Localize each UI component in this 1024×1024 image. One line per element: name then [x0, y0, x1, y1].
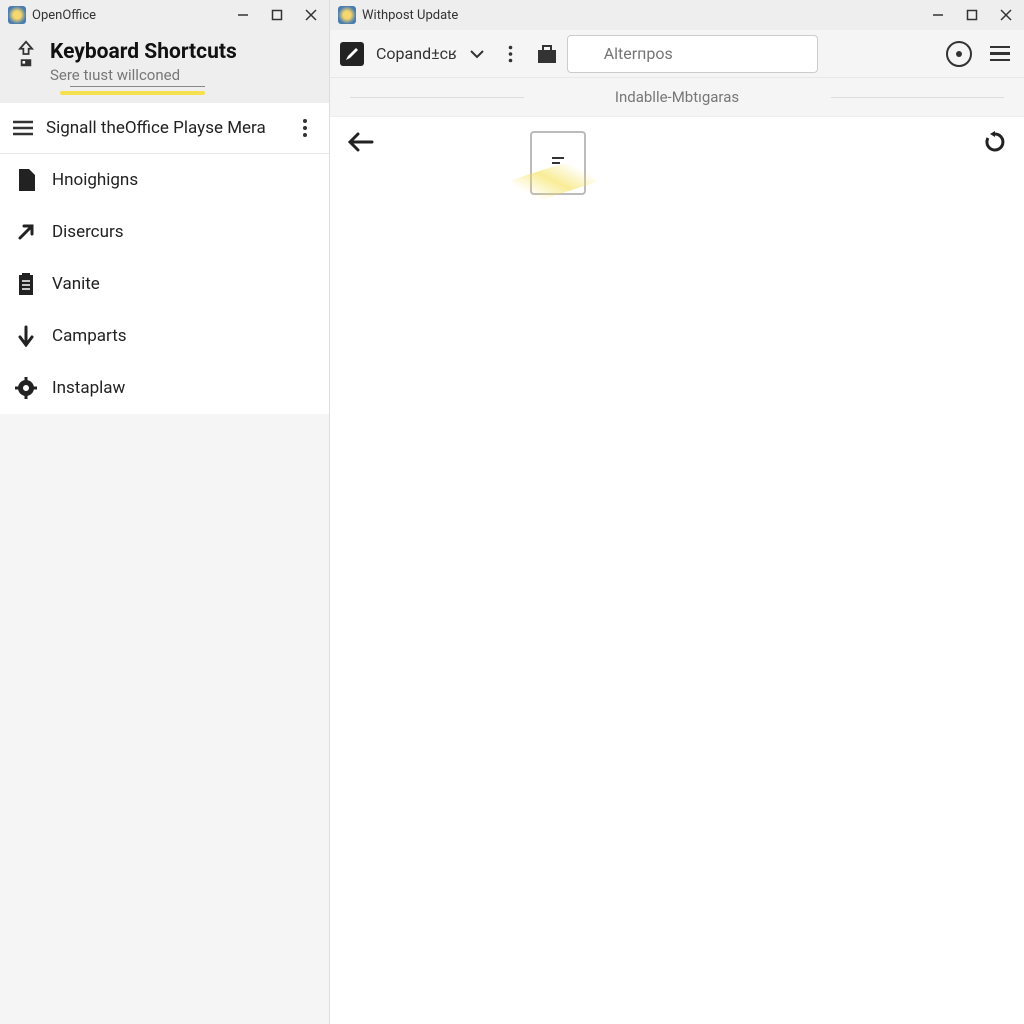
right-window-controls [928, 5, 1016, 25]
right-titlebar: Withpost Update [330, 0, 1024, 30]
toolbar: Copand±cʁ [330, 30, 1024, 78]
highlight-yellow [60, 91, 205, 95]
clipboard-icon [14, 272, 38, 296]
more-vert-icon[interactable] [293, 118, 317, 138]
back-button[interactable] [348, 131, 374, 153]
right-window: Withpost Update Copand±cʁ [330, 0, 1024, 1024]
minimize-button[interactable] [233, 5, 253, 25]
nav-label: Camparts [52, 326, 127, 346]
more-vert-icon[interactable] [499, 42, 523, 66]
section-title: Signall theOffice Playse Mera [46, 117, 293, 139]
menu-icon[interactable] [990, 46, 1010, 62]
close-button[interactable] [301, 5, 321, 25]
nav-label: Vanite [52, 274, 100, 294]
page-subtitle: Sere tıust willconed [50, 66, 237, 84]
page-title: Keyboard Shortcuts [50, 40, 237, 64]
nav-list: Hnoighigns Disercurs Vanite Camparts Ins… [0, 154, 329, 414]
nav-label: Instaplaw [52, 378, 125, 398]
left-titlebar: OpenOffice [0, 0, 329, 30]
breadcrumb: Indablle-Mbtıgaras [330, 78, 1024, 117]
left-header: Keyboard Shortcuts Sere tıust willconed [0, 30, 329, 103]
app-icon-left [8, 6, 26, 24]
upload-icon [14, 40, 38, 68]
nav-item-hnoighigns[interactable]: Hnoighigns [0, 154, 329, 206]
content-area [330, 117, 1024, 1024]
edit-icon[interactable] [340, 42, 364, 66]
right-window-title: Withpost Update [362, 8, 928, 23]
breadcrumb-text: Indablle-Mbtıgaras [615, 88, 739, 106]
section-header: Signall theOffice Playse Mera [0, 103, 329, 154]
app-icon-right [338, 6, 356, 24]
document-thumbnail[interactable] [530, 131, 586, 195]
search-input[interactable] [567, 35, 818, 73]
search-wrap [567, 35, 818, 73]
nav-item-camparts[interactable]: Camparts [0, 310, 329, 362]
hamburger-icon[interactable] [12, 120, 34, 136]
maximize-button[interactable] [962, 5, 982, 25]
nav-item-vanite[interactable]: Vanite [0, 258, 329, 310]
maximize-button[interactable] [267, 5, 287, 25]
left-window-title: OpenOffice [32, 8, 233, 23]
arrow-upright-icon [14, 220, 38, 244]
left-window: OpenOffice Keyboard Shortcuts [0, 0, 330, 1024]
dropdown-label: Copand±cʁ [376, 44, 457, 64]
minimize-button[interactable] [928, 5, 948, 25]
refresh-button[interactable] [984, 131, 1006, 153]
left-window-controls [233, 5, 321, 25]
nav-item-disercurs[interactable]: Disercurs [0, 206, 329, 258]
globe-icon[interactable] [946, 41, 972, 67]
gear-icon [14, 376, 38, 400]
briefcase-icon[interactable] [535, 42, 559, 66]
document-icon [14, 168, 38, 192]
nav-label: Disercurs [52, 222, 124, 242]
chevron-down-icon[interactable] [469, 49, 485, 59]
nav-item-instaplaw[interactable]: Instaplaw [0, 362, 329, 414]
arrow-down-icon [14, 324, 38, 348]
nav-label: Hnoighigns [52, 170, 138, 190]
underline-gray [70, 86, 205, 87]
close-button[interactable] [996, 5, 1016, 25]
